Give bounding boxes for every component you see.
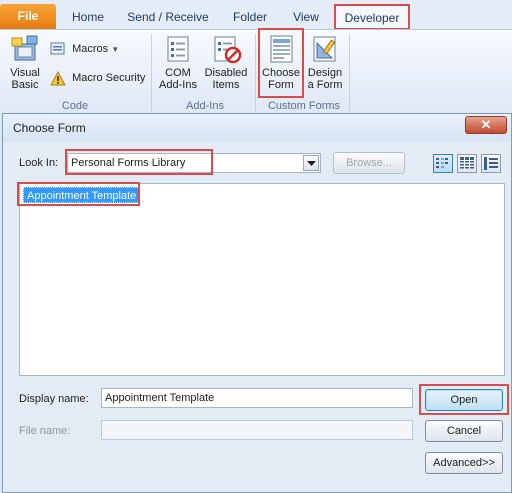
look-in-label: Look In: [19,157,59,169]
preview-view-button[interactable] [481,154,501,173]
design-form-button[interactable]: Design a Form [304,34,346,91]
tab-send-receive[interactable]: Send / Receive [122,6,214,28]
list-view-button[interactable] [433,154,453,173]
tab-developer[interactable]: Developer [334,4,410,30]
addins-group-label: Add-Ins [186,100,224,112]
macro-security-button[interactable]: Macro Security [50,68,145,88]
dialog-titlebar: Choose Form ✕ [3,114,511,142]
list-view-icon [436,158,448,168]
com-addins-button[interactable]: COM Add-Ins [156,34,200,91]
cancel-button[interactable]: Cancel [425,420,503,442]
custom-forms-group-label: Custom Forms [267,100,341,112]
disabled-items-label: Disabled Items [204,67,248,91]
group-divider [349,34,350,112]
disabled-items-button[interactable]: Disabled Items [202,34,250,91]
macros-label: Macros [72,43,109,55]
visual-basic-icon [11,35,38,61]
list-item-highlight [17,182,140,206]
details-view-button[interactable] [457,154,477,173]
browse-button[interactable]: Browse... [333,152,405,174]
preview-view-icon [484,157,498,170]
visual-basic-label: Visual Basic [10,67,40,91]
macro-security-label: Macro Security [72,72,146,84]
choose-form-dialog: Choose Form ✕ Look In: Personal Forms Li… [2,113,512,493]
close-icon: ✕ [480,117,492,132]
look-in-highlight [65,149,213,175]
details-view-icon [460,157,474,170]
file-name-field[interactable] [101,420,413,440]
open-button-highlight [419,384,509,415]
design-form-label: Design a Form [307,67,343,91]
disabled-items-icon [214,36,242,64]
visual-basic-button[interactable]: Visual Basic [4,34,46,91]
close-button[interactable]: ✕ [465,116,507,134]
warning-icon [50,70,66,86]
display-name-field[interactable]: Appointment Template [101,388,413,408]
chevron-down-icon: ▼ [111,45,120,54]
dropdown-arrow-icon[interactable] [303,155,319,171]
tab-file[interactable]: File [0,4,56,30]
file-name-label: File name: [19,425,71,437]
macros-icon [50,42,65,55]
tab-folder[interactable]: Folder [222,6,278,28]
tab-view[interactable]: View [284,6,328,28]
com-addins-icon [167,36,189,62]
display-name-label: Display name: [19,393,89,405]
choose-form-highlight [258,28,304,98]
group-divider [255,34,256,112]
tab-home[interactable]: Home [60,6,116,28]
macros-button[interactable]: Macros ▼ [50,39,119,59]
forms-list[interactable]: Appointment Template [19,183,505,376]
design-form-icon [313,36,336,62]
advanced-button[interactable]: Advanced>> [425,452,503,474]
ribbon-tab-bar: File Home Send / Receive Folder View Dev… [0,0,512,30]
code-group-label: Code [61,100,89,112]
com-addins-label: COM Add-Ins [159,67,197,91]
dialog-title: Choose Form [13,121,86,135]
ribbon: Visual Basic Macros ▼ Macro Security Cod… [0,29,512,113]
group-divider [151,34,152,112]
